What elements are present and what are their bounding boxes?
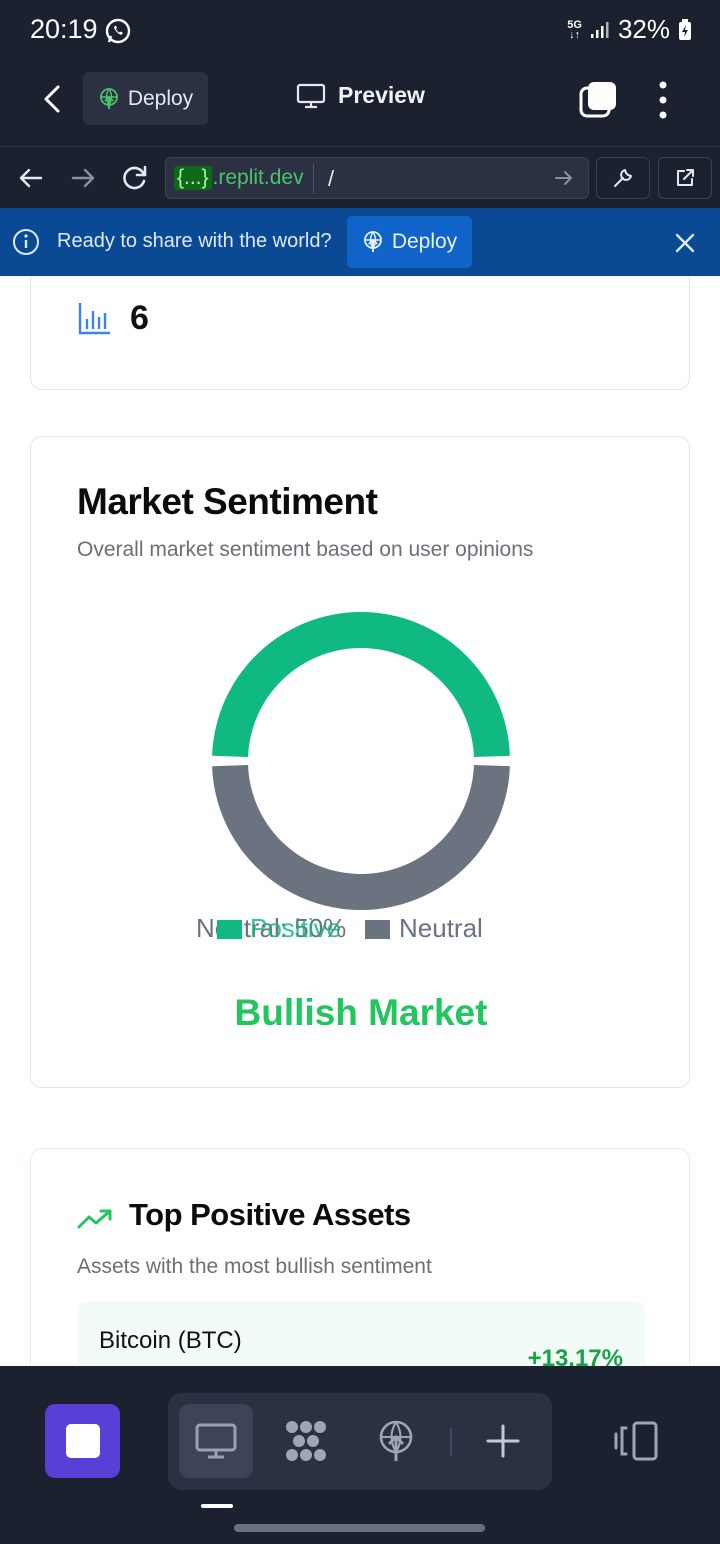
agent-icon bbox=[286, 1421, 326, 1461]
url-host-prefix: {...} bbox=[174, 166, 212, 190]
close-icon[interactable] bbox=[672, 230, 698, 256]
deploy-button[interactable]: Deploy bbox=[83, 72, 208, 125]
more-options-icon[interactable] bbox=[650, 78, 676, 122]
banner-message: Ready to share with the world? bbox=[57, 230, 332, 252]
url-divider bbox=[313, 164, 314, 194]
url-host: {...} .replit.dev bbox=[174, 163, 304, 193]
add-tool-button[interactable] bbox=[466, 1404, 540, 1478]
home-gesture-bar[interactable] bbox=[234, 1524, 485, 1532]
info-icon bbox=[13, 229, 39, 255]
open-external-button[interactable] bbox=[658, 157, 712, 199]
market-verdict: Bullish Market bbox=[234, 992, 488, 1033]
back-arrow-icon[interactable] bbox=[16, 163, 46, 193]
stop-button[interactable] bbox=[45, 1404, 120, 1478]
battery-percent: 32% bbox=[617, 14, 670, 44]
toolbar-divider bbox=[450, 1428, 452, 1456]
stop-icon bbox=[65, 1424, 100, 1458]
status-bar: 20:19 5G ↓↑ 32% bbox=[0, 0, 720, 60]
deploy-icon bbox=[99, 87, 118, 109]
page-content[interactable]: 6 Market Sentiment Overall market sentim… bbox=[0, 276, 720, 1366]
asset-row[interactable]: Bitcoin (BTC) +13.17% bbox=[77, 1301, 645, 1366]
devices-icon[interactable] bbox=[612, 1420, 660, 1462]
deploy-tool-button[interactable] bbox=[359, 1404, 433, 1478]
legend-label-positive: Positive bbox=[250, 913, 341, 943]
legend-swatch-neutral bbox=[365, 920, 390, 939]
url-host-domain: .replit.dev bbox=[212, 166, 304, 189]
plus-icon bbox=[486, 1424, 520, 1458]
banner-deploy-button[interactable]: Deploy bbox=[347, 216, 472, 268]
url-input[interactable]: {...} .replit.dev / bbox=[165, 157, 589, 199]
deploy-label: Deploy bbox=[127, 86, 194, 110]
bar-chart-icon bbox=[78, 303, 110, 335]
preview-tool-button[interactable] bbox=[179, 1404, 253, 1478]
asset-name: Bitcoin (BTC) bbox=[99, 1327, 242, 1354]
wrench-icon bbox=[614, 169, 632, 187]
legend-label-neutral: Neutral bbox=[399, 913, 483, 943]
donut-slice-positive[interactable] bbox=[212, 611, 510, 758]
url-bar: {...} .replit.dev / bbox=[0, 146, 720, 208]
monitor-icon bbox=[296, 83, 326, 108]
forward-arrow-icon[interactable] bbox=[68, 163, 98, 193]
external-link-icon bbox=[677, 169, 694, 186]
deploy-banner: Ready to share with the world? Deploy bbox=[0, 208, 720, 276]
tool-group bbox=[168, 1393, 552, 1490]
market-sentiment-card: Market Sentiment Overall market sentimen… bbox=[30, 436, 690, 1088]
bottom-toolbar bbox=[0, 1366, 720, 1544]
preview-label: Preview bbox=[338, 82, 425, 108]
assets-title: Top Positive Assets bbox=[129, 1197, 411, 1232]
stat-value: 6 bbox=[130, 299, 149, 337]
network-type: 5G ↓↑ bbox=[567, 18, 582, 41]
trending-up-icon bbox=[77, 1209, 112, 1229]
tabs-icon[interactable] bbox=[578, 80, 618, 120]
assets-subtitle: Assets with the most bullish sentiment bbox=[77, 1255, 432, 1278]
donut-slice-neutral[interactable] bbox=[212, 764, 510, 911]
url-path: / bbox=[328, 166, 335, 191]
status-time: 20:19 bbox=[30, 14, 98, 44]
whatsapp-icon bbox=[105, 18, 131, 44]
status-indicators: 5G ↓↑ 32% bbox=[567, 14, 692, 45]
asset-change: +13.17% bbox=[527, 1345, 623, 1366]
monitor-icon bbox=[195, 1423, 237, 1459]
devtools-button[interactable] bbox=[596, 157, 650, 199]
battery-charging-icon bbox=[679, 18, 691, 40]
deploy-icon bbox=[363, 231, 382, 252]
legend-swatch-positive bbox=[217, 920, 242, 939]
signal-icon bbox=[590, 21, 609, 38]
go-arrow-icon[interactable] bbox=[552, 166, 576, 190]
active-tab-indicator bbox=[201, 1504, 233, 1508]
top-positive-assets-card: Top Positive Assets Assets with the most… bbox=[30, 1148, 690, 1366]
deploy-icon bbox=[379, 1420, 413, 1461]
banner-deploy-label: Deploy bbox=[391, 230, 458, 253]
reload-icon[interactable] bbox=[120, 163, 150, 193]
top-bar: Deploy Preview bbox=[0, 60, 720, 146]
preview-title: Preview bbox=[296, 82, 425, 109]
agent-tool-button[interactable] bbox=[269, 1404, 343, 1478]
stat-card: 6 bbox=[30, 276, 690, 390]
back-chevron-icon[interactable] bbox=[36, 82, 70, 116]
